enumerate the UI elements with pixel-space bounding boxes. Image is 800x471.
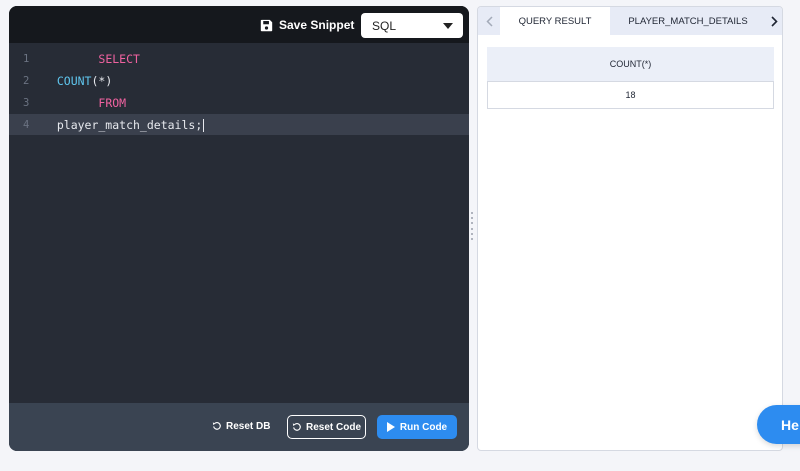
panel-resize-handle[interactable] (471, 212, 474, 240)
help-button[interactable]: He (757, 405, 800, 444)
editor-footer: Reset DB Reset Code Run Code (9, 403, 469, 451)
tab-label: PLAYER_MATCH_DETAILS (628, 15, 748, 27)
sql-keyword: SELECT (98, 51, 140, 66)
reset-db-label: Reset DB (226, 420, 271, 432)
language-select-value: SQL (372, 18, 397, 33)
code-token: player_match_details; (43, 117, 203, 132)
tab-query-result[interactable]: QUERY RESULT (500, 7, 610, 35)
chevron-right-icon (770, 15, 778, 27)
code-line: 1 SELECT (9, 48, 469, 69)
column-header: COUNT(*) (487, 47, 774, 81)
save-snippet-label: Save Snippet (279, 18, 355, 32)
caret-down-icon (443, 22, 453, 29)
language-select[interactable]: SQL (361, 13, 463, 38)
run-code-button[interactable]: Run Code (377, 415, 457, 439)
result-tab-bar: QUERY RESULT PLAYER_MATCH_DETAILS (478, 7, 782, 35)
code-area[interactable]: 1 SELECT 2 COUNT(*) 3 FROM 4 player_matc… (9, 43, 469, 403)
help-label: He (781, 416, 799, 433)
chevron-left-icon (485, 15, 493, 27)
line-number: 4 (23, 118, 30, 131)
reset-icon (212, 422, 221, 430)
save-snippet-button[interactable]: Save Snippet (260, 16, 354, 34)
line-number: 2 (23, 74, 30, 87)
tab-scroll-left-button[interactable] (478, 7, 500, 35)
code-editor-panel: Save Snippet SQL 1 SELECT 2 COUNT(*) 3 F… (9, 6, 469, 451)
tab-player-match-details[interactable]: PLAYER_MATCH_DETAILS (612, 7, 764, 35)
result-table: COUNT(*) 18 (487, 47, 774, 109)
tab-scroll-right-button[interactable] (764, 7, 782, 35)
tab-label: QUERY RESULT (518, 15, 592, 27)
text-cursor (203, 118, 205, 132)
result-panel: QUERY RESULT PLAYER_MATCH_DETAILS COUNT(… (477, 6, 783, 451)
reset-icon (292, 423, 301, 431)
code-line-active: 4 player_match_details; (9, 114, 469, 135)
run-code-label: Run Code (399, 421, 448, 433)
reset-code-label: Reset Code (305, 421, 361, 433)
reset-db-button[interactable]: Reset DB (212, 416, 270, 436)
line-number: 3 (23, 96, 30, 109)
floppy-disk-icon (260, 19, 273, 31)
line-number: 1 (23, 52, 30, 65)
table-cell: 18 (487, 81, 774, 109)
code-text: player_match_details; (43, 117, 205, 132)
sql-keyword: FROM (98, 95, 127, 110)
reset-code-button[interactable]: Reset Code (287, 415, 366, 439)
play-icon (386, 422, 395, 432)
code-line: 3 FROM (9, 92, 469, 113)
